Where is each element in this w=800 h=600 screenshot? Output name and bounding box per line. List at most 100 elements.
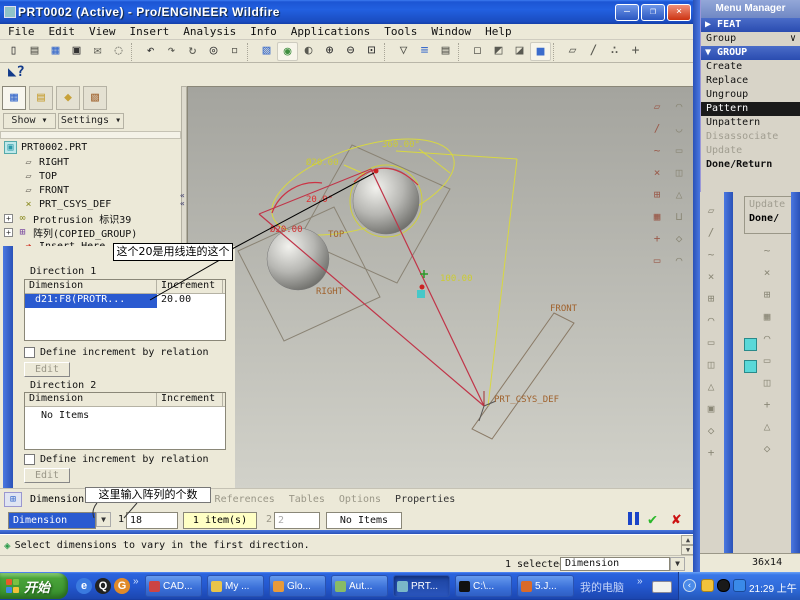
datum-plane-display-icon[interactable]: ▱ xyxy=(562,42,583,61)
increment-cell[interactable]: 20.00 xyxy=(157,294,223,308)
edit-button-dir1[interactable]: Edit xyxy=(24,362,70,377)
erase-display-icon[interactable]: ◌ xyxy=(108,42,129,61)
feat-menu-header[interactable]: ▶ FEAT xyxy=(701,18,800,32)
menu-window[interactable]: Window xyxy=(431,25,471,38)
datum-axis-display-icon[interactable]: ∕ xyxy=(583,42,604,61)
taskbar-task-active[interactable]: PRT... xyxy=(393,575,450,597)
no-hidden-icon[interactable]: ◪ xyxy=(509,42,530,61)
csys-label[interactable]: PRT_CSYS_DEF xyxy=(494,395,559,405)
menu-tools[interactable]: Tools xyxy=(384,25,417,38)
zoom-fit-icon[interactable]: ⊡ xyxy=(361,42,382,61)
tree-row[interactable]: ▱ TOP xyxy=(22,169,202,183)
tree-row[interactable]: ▣ PRT0002.PRT xyxy=(4,140,184,154)
edit-button-dir2[interactable]: Edit xyxy=(24,468,70,483)
chevron-down-icon[interactable]: ▼ xyxy=(96,512,111,527)
zoom-out-icon[interactable]: ⊖ xyxy=(340,42,361,61)
menu-view[interactable]: View xyxy=(89,25,116,38)
column-dimension[interactable]: Dimension xyxy=(25,393,157,406)
direction2-table[interactable]: Dimension Increment No Items xyxy=(24,392,226,450)
datum-label-right[interactable]: RIGHT xyxy=(316,287,344,297)
expand-icon[interactable]: + xyxy=(4,214,13,223)
g-quicklaunch-icon[interactable]: G xyxy=(114,578,130,594)
layers-icon[interactable]: ≡ xyxy=(414,42,435,61)
table-grid-icon[interactable]: ⊞ xyxy=(4,492,22,507)
ie-quicklaunch-icon[interactable]: e xyxy=(76,578,92,594)
zoom-in-icon[interactable]: ⊕ xyxy=(319,42,340,61)
repaint-icon[interactable]: ▧ xyxy=(256,42,277,61)
close-button[interactable]: × xyxy=(667,4,691,21)
tab-references[interactable]: References xyxy=(215,494,275,505)
keyboard-layout-icon[interactable] xyxy=(652,581,672,593)
shaded-icon[interactable]: ■ xyxy=(530,42,551,61)
datum-label-front[interactable]: FRONT xyxy=(550,304,578,314)
qq-quicklaunch-icon[interactable]: Q xyxy=(95,578,111,594)
find-icon[interactable]: ◎ xyxy=(203,42,224,61)
tab-options[interactable]: Options xyxy=(339,494,381,505)
qq-tray-icon[interactable] xyxy=(717,579,730,592)
taskbar-task[interactable]: Glo... xyxy=(269,575,326,597)
mm-create[interactable]: Create xyxy=(701,60,800,74)
tab-tables[interactable]: Tables xyxy=(289,494,325,505)
maximize-button[interactable]: ❐ xyxy=(641,4,665,21)
favorites-tab-icon[interactable]: ◆ xyxy=(56,86,80,110)
datum-label-top[interactable]: TOP xyxy=(328,230,345,240)
sash-collapse-icon[interactable]: «« xyxy=(180,192,185,208)
menu-file[interactable]: File xyxy=(8,25,35,38)
menu-applications[interactable]: Applications xyxy=(291,25,370,38)
dim-label-360[interactable]: 360.00° xyxy=(382,140,420,150)
print-icon[interactable]: ▣ xyxy=(66,42,87,61)
menu-manager-title[interactable]: Menu Manager xyxy=(701,0,800,18)
spin-center-icon[interactable]: ◉ xyxy=(277,42,298,61)
expand-icon[interactable]: + xyxy=(4,228,13,237)
taskbar-task[interactable]: My ... xyxy=(207,575,264,597)
datum-point-display-icon[interactable]: ∴ xyxy=(604,42,625,61)
undo-icon[interactable]: ↶ xyxy=(140,42,161,61)
redo-icon[interactable]: ↷ xyxy=(161,42,182,61)
column-increment[interactable]: Increment xyxy=(157,393,223,406)
table-row[interactable]: d21:F8(PROTR... 20.00 xyxy=(25,294,225,308)
tree-row[interactable]: ▱ RIGHT xyxy=(22,155,202,169)
orient-mode-icon[interactable]: ◐ xyxy=(298,42,319,61)
relation-checkbox[interactable] xyxy=(24,454,35,465)
tree-row[interactable]: + ⊞ 阵列(COPIED_GROUP) xyxy=(4,225,184,239)
graphics-area[interactable]: 360.00° Ø20.00 20.0° 100.00 Ø20.00 TOP R… xyxy=(187,86,693,490)
accept-check-icon[interactable]: ✔ xyxy=(648,510,657,528)
dim-label-100[interactable]: 100.00 xyxy=(440,274,473,284)
dir2-count-input[interactable] xyxy=(274,512,320,529)
mm-disassociate[interactable]: Disassociate xyxy=(701,130,800,144)
taskbar-task[interactable]: C:\... xyxy=(455,575,512,597)
folder-browser-tab-icon[interactable]: ▤ xyxy=(29,86,53,110)
dir1-count-input[interactable] xyxy=(126,512,178,529)
csys-display-icon[interactable]: + xyxy=(625,42,646,61)
open-file-icon[interactable]: ▤ xyxy=(24,42,45,61)
save-icon[interactable]: ▦ xyxy=(45,42,66,61)
tree-row[interactable]: + ∞ Protrusion 标识39 xyxy=(4,211,184,225)
direction1-table[interactable]: Dimension Increment d21:F8(PROTR... 20.0… xyxy=(24,279,226,341)
menu-help[interactable]: Help xyxy=(485,25,512,38)
feature-toolbar-column[interactable]: ◠ ◡ ▭ ◫ △ ⊔ ◇ ◠ xyxy=(668,96,690,272)
group-menu-header[interactable]: ▼ GROUP xyxy=(701,46,800,60)
taskbar-task[interactable]: Aut... xyxy=(331,575,388,597)
cancel-x-icon[interactable]: ✘ xyxy=(672,510,681,528)
context-help-icon[interactable]: ◣? xyxy=(8,64,25,80)
menu-edit[interactable]: Edit xyxy=(49,25,76,38)
mm-done-return[interactable]: Done/Return xyxy=(701,158,800,172)
mail-icon[interactable]: ✉ xyxy=(87,42,108,61)
settings-button[interactable]: Settings ▾ xyxy=(58,113,124,129)
lock-tray-icon[interactable] xyxy=(701,579,714,592)
view-manager-icon[interactable]: ▤ xyxy=(435,42,456,61)
minimize-button[interactable]: — xyxy=(615,4,639,21)
menu-info[interactable]: Info xyxy=(250,25,277,38)
column-increment[interactable]: Increment xyxy=(157,280,223,293)
taskbar-task[interactable]: 5.J... xyxy=(517,575,574,597)
select-filter-icon[interactable]: ▫ xyxy=(224,42,245,61)
pause-button[interactable] xyxy=(628,512,639,525)
mm-replace[interactable]: Replace xyxy=(701,74,800,88)
dim-label-20deg-selected[interactable]: 20.0° xyxy=(306,195,333,205)
menu-analysis[interactable]: Analysis xyxy=(183,25,236,38)
tree-row[interactable]: ▱ FRONT xyxy=(22,183,202,197)
hidden-line-icon[interactable]: ◩ xyxy=(488,42,509,61)
bg-done-item[interactable]: Done/ xyxy=(745,210,793,224)
menu-insert[interactable]: Insert xyxy=(130,25,170,38)
mm-update[interactable]: Update xyxy=(701,144,800,158)
